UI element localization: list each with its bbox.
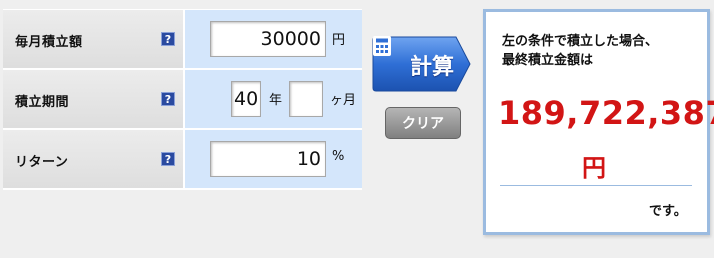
period-label-cell: 積立期間 ? xyxy=(3,70,185,128)
simulation-form: 毎月積立額 ? 30000 円 積立期間 ? 40 年 ヶ月 リターン ? 10… xyxy=(3,9,362,190)
monthly-amount-input[interactable]: 30000 xyxy=(210,21,326,57)
result-description-line1: 左の条件で積立した場合、 xyxy=(502,34,659,49)
calculate-button-label: 計算 xyxy=(410,55,455,80)
result-suffix: です。 xyxy=(649,204,687,219)
result-amount-unit: 円 xyxy=(582,154,606,182)
calculator-icon xyxy=(373,36,391,56)
monthly-amount-label: 毎月積立額 xyxy=(15,35,83,50)
monthly-amount-row: 毎月積立額 ? 30000 円 xyxy=(3,10,362,70)
period-years-unit: 年 xyxy=(269,93,283,108)
return-input[interactable]: 10 xyxy=(210,141,326,177)
result-divider xyxy=(500,185,692,186)
period-input-cell: 40 年 ヶ月 xyxy=(185,70,362,128)
monthly-amount-label-cell: 毎月積立額 ? xyxy=(3,10,185,68)
help-question-icon[interactable]: ? xyxy=(161,32,175,46)
period-years-input[interactable]: 40 xyxy=(231,81,261,117)
result-amount: 189,722,387 xyxy=(498,94,714,132)
return-input-cell: 10 % xyxy=(185,130,362,188)
period-label: 積立期間 xyxy=(15,95,70,110)
help-question-icon[interactable]: ? xyxy=(161,92,175,106)
return-label-cell: リターン ? xyxy=(3,130,185,188)
monthly-amount-unit: 円 xyxy=(332,33,346,48)
result-description-line2: 最終積立金額は xyxy=(502,53,594,68)
clear-button[interactable]: クリア xyxy=(385,107,461,139)
monthly-amount-input-cell: 30000 円 xyxy=(185,10,362,68)
result-description: 左の条件で積立した場合、 最終積立金額は xyxy=(502,32,658,70)
calculate-button[interactable]: 計算 xyxy=(372,35,472,93)
help-question-icon[interactable]: ? xyxy=(161,152,175,166)
period-months-unit: ヶ月 xyxy=(330,93,357,108)
return-label: リターン xyxy=(15,155,69,170)
period-row: 積立期間 ? 40 年 ヶ月 xyxy=(3,70,362,130)
period-months-input[interactable] xyxy=(289,81,323,117)
result-panel: 左の条件で積立した場合、 最終積立金額は 189,722,387 円 です。 xyxy=(483,9,714,235)
return-unit: % xyxy=(332,149,345,164)
return-row: リターン ? 10 % xyxy=(3,130,362,190)
